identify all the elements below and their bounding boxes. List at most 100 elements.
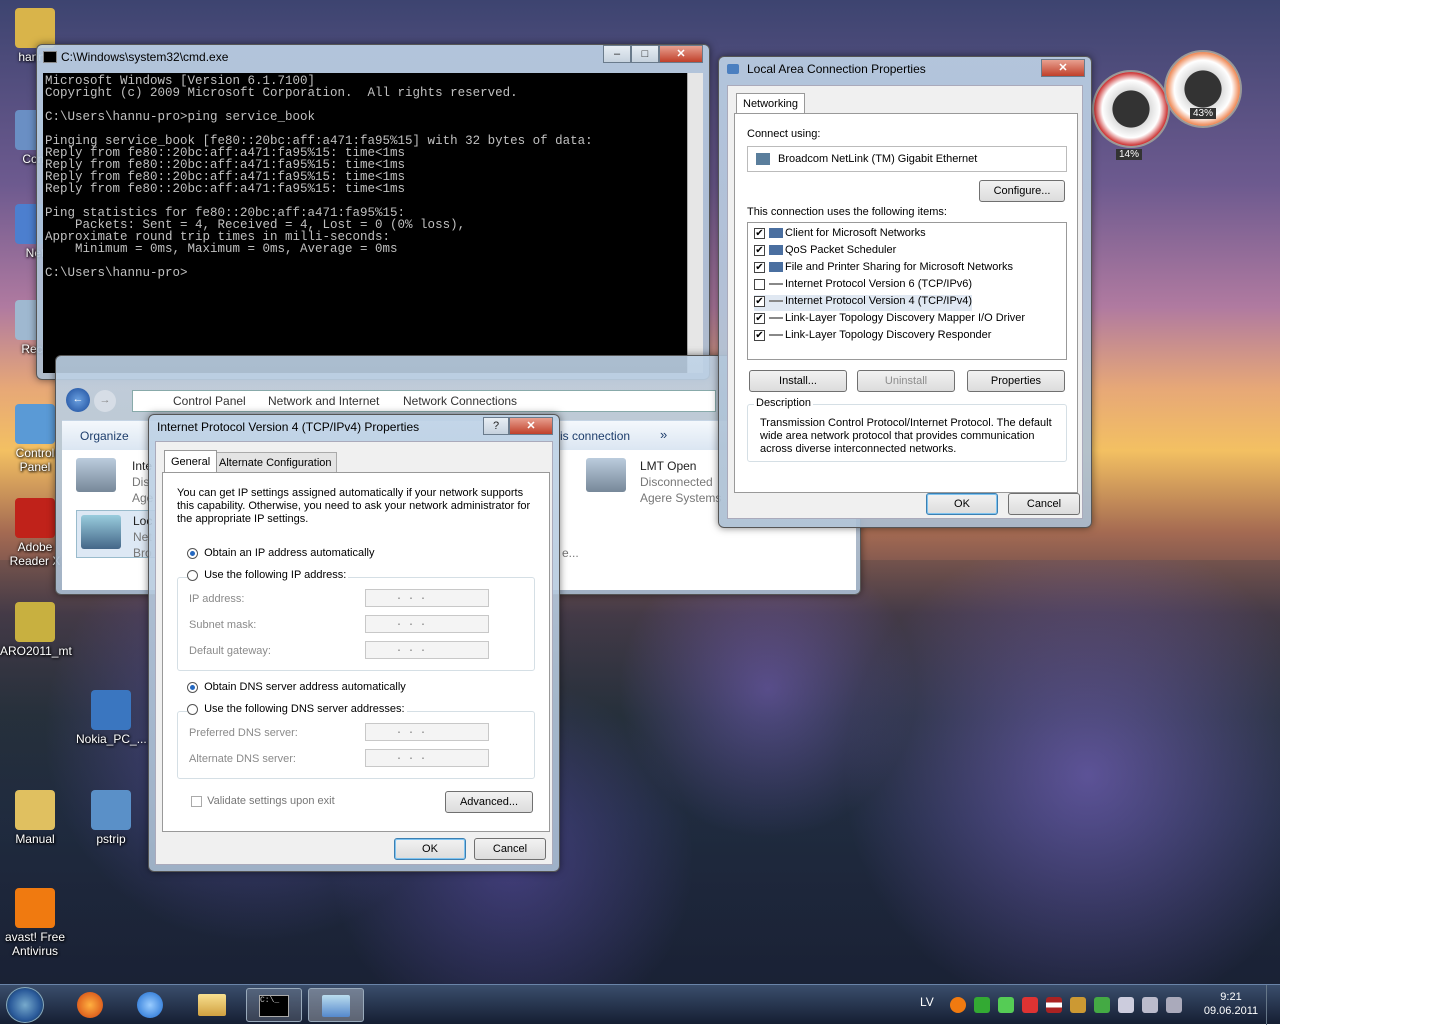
help-button[interactable]: ? bbox=[483, 417, 509, 435]
language-indicator[interactable]: LV bbox=[920, 995, 934, 1009]
radio-manual-ip[interactable]: Use the following IP address: bbox=[187, 569, 349, 581]
organize-button[interactable]: Organize bbox=[80, 429, 129, 443]
desktop-icon[interactable]: Manual bbox=[0, 790, 70, 846]
radio-manual-dns[interactable]: Use the following DNS server addresses: bbox=[187, 703, 407, 715]
tray-avast-icon[interactable] bbox=[950, 997, 966, 1013]
cpu-meter-gadget[interactable]: 14% 43% bbox=[1092, 50, 1252, 180]
tab-general[interactable]: General bbox=[164, 450, 218, 472]
radio-manual-dns-button[interactable] bbox=[187, 703, 198, 715]
preferred-dns-input[interactable]: . . . bbox=[365, 723, 489, 741]
desktop-icon[interactable]: Nokia_PC_... bbox=[76, 690, 147, 746]
maximize-button[interactable]: □ bbox=[631, 45, 659, 63]
show-desktop-button[interactable] bbox=[1266, 985, 1280, 1025]
radio-auto-dns[interactable]: Obtain DNS server address automatically bbox=[187, 681, 406, 693]
truncated-label: e... bbox=[562, 546, 579, 560]
list-item[interactable]: ✔ Internet Protocol Version 4 (TCP/IPv4) bbox=[754, 295, 973, 311]
taskbar-cmd[interactable]: C:\_ bbox=[246, 988, 302, 1022]
item-label: Internet Protocol Version 4 (TCP/IPv4) bbox=[785, 295, 973, 307]
connection-action[interactable]: is connection bbox=[560, 429, 630, 443]
ip-address-input[interactable]: . . . bbox=[365, 589, 489, 607]
item-checkbox[interactable]: ✔ bbox=[754, 261, 765, 273]
start-button[interactable] bbox=[6, 987, 44, 1023]
breadcrumb-network-internet[interactable]: Network and Internet bbox=[268, 391, 379, 411]
gateway-input[interactable]: . . . bbox=[365, 641, 489, 659]
tray-ovi-icon[interactable] bbox=[974, 997, 990, 1013]
taskbar-control-panel[interactable] bbox=[308, 988, 364, 1022]
list-item[interactable]: Internet Protocol Version 6 (TCP/IPv6) bbox=[754, 278, 972, 294]
network-adapter-icon bbox=[81, 515, 121, 549]
more-chevron-icon[interactable]: » bbox=[660, 427, 667, 442]
radio-auto-ip[interactable]: Obtain an IP address automatically bbox=[187, 547, 374, 559]
ipv4-titlebar[interactable]: Internet Protocol Version 4 (TCP/IPv4) P… bbox=[149, 415, 559, 439]
ipv4-title: Internet Protocol Version 4 (TCP/IPv4) P… bbox=[157, 420, 420, 434]
list-item[interactable]: ✔ Link-Layer Topology Discovery Responder bbox=[754, 329, 991, 345]
tray-flag-action-icon[interactable] bbox=[1166, 997, 1182, 1013]
tray-sync-icon[interactable] bbox=[998, 997, 1014, 1013]
taskbar-internet-explorer[interactable] bbox=[122, 988, 178, 1022]
item-checkbox[interactable]: ✔ bbox=[754, 312, 765, 324]
tab-alternate-configuration[interactable]: Alternate Configuration bbox=[214, 452, 337, 472]
close-button[interactable]: ✕ bbox=[1041, 59, 1085, 77]
properties-button[interactable]: Properties bbox=[967, 370, 1065, 392]
breadcrumb-network-connections[interactable]: Network Connections bbox=[403, 391, 517, 411]
configure-button[interactable]: Configure... bbox=[979, 180, 1065, 202]
item-checkbox[interactable]: ✔ bbox=[754, 329, 765, 341]
desktop-icon[interactable]: pstrip bbox=[76, 790, 146, 846]
tray-volume-icon[interactable] bbox=[1142, 997, 1158, 1013]
cmd-titlebar[interactable]: C:\Windows\system32\cmd.exe – □ ✕ bbox=[37, 45, 709, 69]
clock[interactable]: 9:21 09.06.2011 bbox=[1196, 990, 1266, 1018]
list-item[interactable]: ✔ Client for Microsoft Networks bbox=[754, 227, 926, 243]
radio-manual-ip-button[interactable] bbox=[187, 569, 198, 581]
ipv4-properties-dialog[interactable]: Internet Protocol Version 4 (TCP/IPv4) P… bbox=[148, 414, 560, 872]
desktop-icon[interactable]: ARO2011_mt bbox=[0, 602, 72, 658]
validate-checkbox[interactable]: Validate settings upon exit bbox=[191, 795, 335, 807]
cmd-scrollbar[interactable] bbox=[687, 73, 703, 373]
desktop-icon-label: ARO2011_mt bbox=[0, 644, 72, 658]
ok-button[interactable]: OK bbox=[926, 493, 998, 515]
alternate-dns-input[interactable]: . . . bbox=[365, 749, 489, 767]
desktop-icon[interactable]: avast! Free Antivirus bbox=[0, 888, 70, 958]
radio-manual-dns-label: Use the following DNS server addresses: bbox=[204, 703, 405, 715]
tray-shield-icon[interactable] bbox=[1094, 997, 1110, 1013]
forward-button[interactable]: → bbox=[94, 390, 116, 412]
radio-auto-dns-button[interactable] bbox=[187, 681, 198, 693]
radio-auto-ip-button[interactable] bbox=[187, 547, 198, 559]
install-button[interactable]: Install... bbox=[749, 370, 847, 392]
minimize-button[interactable]: – bbox=[603, 45, 631, 63]
desktop-icon-image bbox=[15, 498, 55, 538]
close-button[interactable]: ✕ bbox=[509, 417, 553, 435]
description-text: Transmission Control Protocol/Internet P… bbox=[760, 417, 1052, 455]
tray-flag-icon[interactable] bbox=[1046, 997, 1062, 1013]
close-button[interactable]: ✕ bbox=[659, 45, 703, 63]
items-list[interactable]: ✔ Client for Microsoft Networks ✔ QoS Packe… bbox=[747, 222, 1067, 360]
cmd-console[interactable]: Microsoft Windows [Version 6.1.7100] Copy… bbox=[43, 73, 687, 373]
tray-network-icon[interactable] bbox=[1118, 997, 1134, 1013]
list-item[interactable]: ✔ File and Printer Sharing for Microsoft … bbox=[754, 261, 1013, 277]
breadcrumb-control-panel[interactable]: Control Panel bbox=[173, 391, 246, 411]
item-checkbox[interactable]: ✔ bbox=[754, 295, 765, 307]
subnet-mask-input[interactable]: . . . bbox=[365, 615, 489, 633]
tray-bars-icon[interactable] bbox=[1022, 997, 1038, 1013]
item-checkbox[interactable] bbox=[754, 278, 765, 290]
cancel-button[interactable]: Cancel bbox=[1008, 493, 1080, 515]
back-button[interactable]: ← bbox=[66, 388, 90, 412]
list-item[interactable]: ✔ Link-Layer Topology Discovery Mapper I/… bbox=[754, 312, 1025, 328]
tray-books-icon[interactable] bbox=[1070, 997, 1086, 1013]
connection-status: Disconnected bbox=[640, 475, 713, 489]
ok-button[interactable]: OK bbox=[394, 838, 466, 860]
advanced-button[interactable]: Advanced... bbox=[445, 791, 533, 813]
tab-networking[interactable]: Networking bbox=[736, 93, 806, 113]
uninstall-button[interactable]: Uninstall bbox=[857, 370, 955, 392]
lac-titlebar[interactable]: Local Area Connection Properties ✕ bbox=[719, 57, 1091, 81]
item-checkbox[interactable]: ✔ bbox=[754, 227, 765, 239]
validate-check-box[interactable] bbox=[191, 795, 202, 807]
lac-properties-dialog[interactable]: Local Area Connection Properties ✕ Netwo… bbox=[718, 56, 1092, 528]
item-checkbox[interactable]: ✔ bbox=[754, 244, 765, 256]
taskbar-firefox[interactable] bbox=[62, 988, 118, 1022]
address-bar[interactable]: Control Panel Network and Internet Netwo… bbox=[132, 390, 716, 412]
cmd-window[interactable]: C:\Windows\system32\cmd.exe – □ ✕ Micros… bbox=[36, 44, 710, 380]
list-item[interactable]: ✔ QoS Packet Scheduler bbox=[754, 244, 896, 260]
cancel-button[interactable]: Cancel bbox=[474, 838, 546, 860]
taskbar-explorer[interactable] bbox=[184, 988, 240, 1022]
cmd-line: Reply from fe80::20bc:aff:a471:fa95%15: … bbox=[45, 182, 406, 196]
